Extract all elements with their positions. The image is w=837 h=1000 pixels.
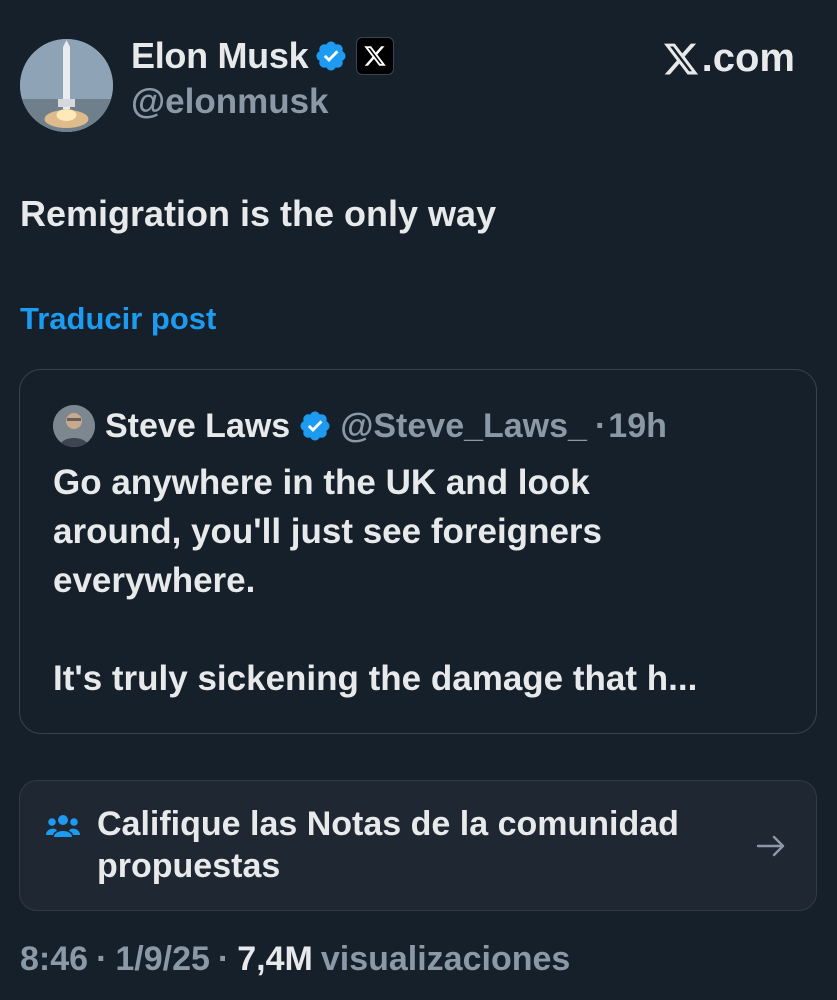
views-label: visualizaciones [320, 940, 571, 978]
notes-line: propuestas [97, 847, 281, 885]
quoted-tweet-text: Go anywhere in the UK and look around, y… [53, 458, 803, 703]
brand-watermark: .com [662, 36, 795, 81]
quoted-timestamp[interactable]: 19h [608, 407, 667, 446]
tweet-meta: 8:46 · 1/9/25 · 7,4M visualizaciones [20, 940, 570, 979]
people-group-icon [46, 813, 80, 841]
quoted-line: Go anywhere in the UK and look [53, 463, 590, 502]
notes-line: Califique las Notas de la comunidad [97, 805, 679, 843]
quoted-tweet-header: Steve Laws @Steve_Laws_ · 19h [53, 404, 667, 448]
separator-dot: · [594, 406, 607, 445]
views-count: 7,4M [237, 940, 313, 978]
author-handle[interactable]: @elonmusk [131, 82, 329, 122]
post-time[interactable]: 8:46 [20, 940, 88, 979]
separator-dot: · [96, 940, 108, 978]
translate-post-link[interactable]: Traducir post [20, 301, 216, 337]
verified-badge-icon[interactable] [314, 39, 348, 73]
quoted-line: around, you'll just see foreigners [53, 512, 602, 551]
quoted-tweet-card[interactable]: Steve Laws @Steve_Laws_ · 19h Go anywher… [19, 369, 817, 734]
author-avatar[interactable] [20, 39, 113, 132]
quoted-author-name[interactable]: Steve Laws [105, 407, 290, 446]
brand-site-label: .com [701, 36, 795, 80]
separator-dot: · [217, 940, 230, 978]
arrow-right-icon[interactable] [754, 829, 788, 863]
rocket-launch-icon [20, 39, 113, 132]
x-logo-icon [663, 43, 698, 74]
x-logo-badge-icon[interactable] [356, 37, 395, 75]
author-name[interactable]: Elon Musk [131, 35, 309, 77]
post-date[interactable]: 1/9/25 [115, 940, 210, 979]
quoted-author-avatar[interactable] [53, 405, 95, 447]
quoted-line: everywhere. [53, 561, 256, 600]
quoted-line-truncated: It's truly sickening the damage that h..… [53, 659, 698, 698]
rate-community-notes-card[interactable]: Califique las Notas de la comunidad prop… [19, 780, 817, 911]
tweet-page: Elon Musk @elonmusk .com Remigration is … [0, 0, 837, 1000]
community-notes-label: Califique las Notas de la comunidad prop… [97, 803, 737, 887]
tweet-text: Remigration is the only way [20, 193, 497, 234]
author-name-row[interactable]: Elon Musk [131, 33, 395, 79]
quoted-author-handle[interactable]: @Steve_Laws_ [340, 407, 587, 446]
verified-badge-icon[interactable] [298, 409, 332, 443]
